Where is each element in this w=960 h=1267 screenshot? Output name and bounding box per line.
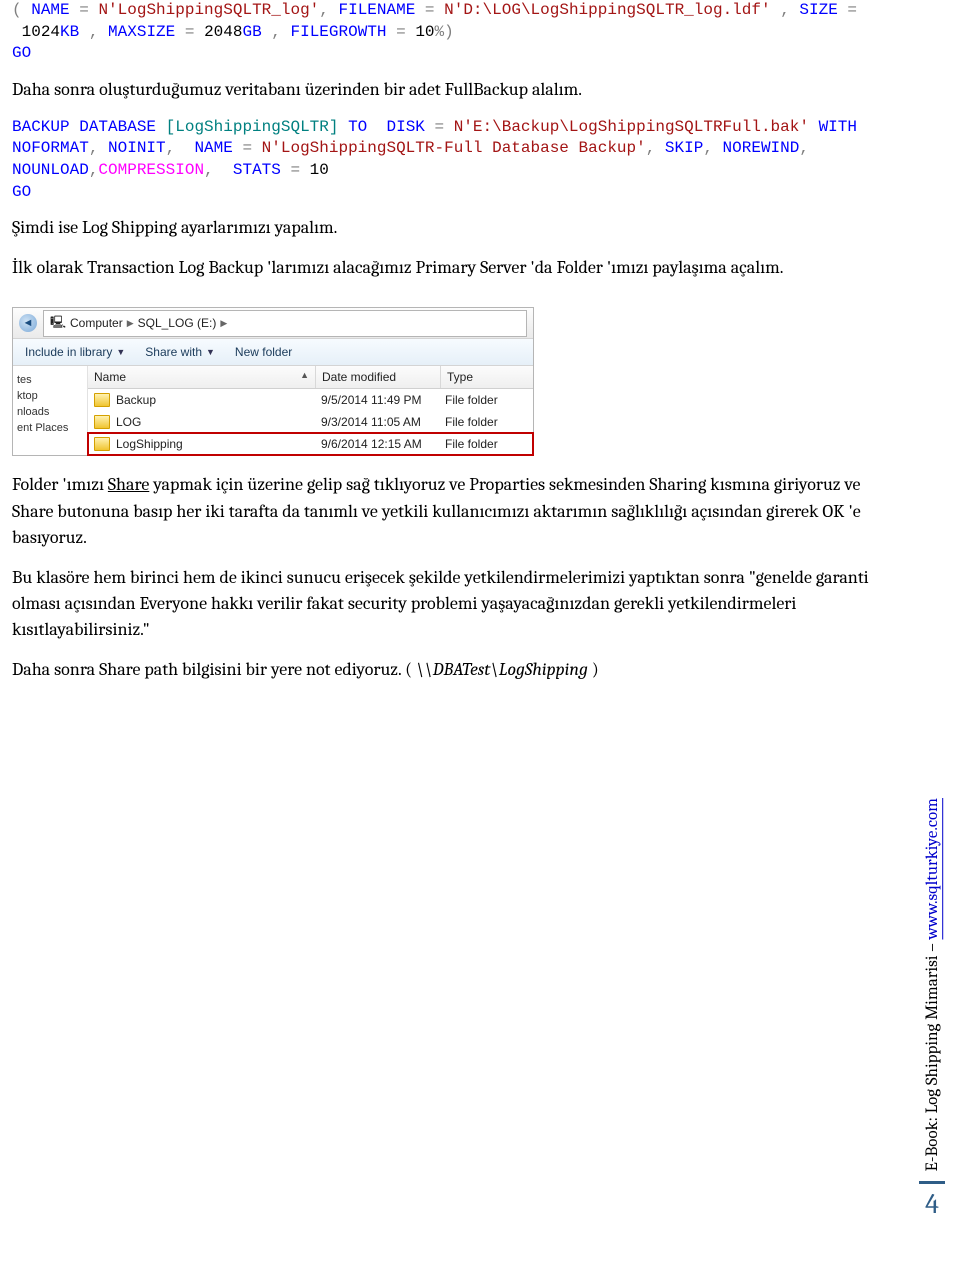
explorer-sidebar: tes ktop nloads ent Places [13,366,88,455]
column-header-name[interactable]: Name▲ [88,366,316,388]
share-path-value: \\DBATest\LogShipping [412,659,592,680]
folder-icon [94,415,110,429]
toolbar-new-folder[interactable]: New folder [235,345,292,359]
folder-icon [94,393,110,407]
breadcrumb-drive[interactable]: SQL_LOG (E:) [138,316,217,330]
sidebar-item[interactable]: ent Places [17,420,87,436]
folder-name: LogShipping [116,437,183,451]
folder-name: LOG [116,415,141,429]
chevron-right-icon: ▶ [220,318,227,329]
folder-name: Backup [116,393,156,407]
sidebar-item[interactable]: ktop [17,388,87,404]
folder-date: 9/3/2014 11:05 AM [315,411,439,433]
sidebar-item[interactable]: nloads [17,404,87,420]
share-underlined: Share [108,474,149,495]
table-row-highlighted[interactable]: LogShipping 9/6/2014 12:15 AM File folde… [88,433,533,455]
explorer-toolbar: Include in library▼ Share with▼ New fold… [13,339,533,366]
toolbar-include-library[interactable]: Include in library▼ [25,345,125,359]
paragraph-sharepath: Daha sonra Share path bilgisini bir yere… [12,657,888,683]
folder-type: File folder [439,411,533,433]
paragraph-permissions: Bu klasöre hem birinci hem de ikinci sun… [12,565,888,643]
folder-type: File folder [439,433,533,455]
column-header-date[interactable]: Date modified [316,366,441,388]
sidebar-item[interactable]: tes [17,372,87,388]
page-side-label: E-Book: Log Shipping Mimarisi – www.sqlt… [918,740,946,1220]
chevron-down-icon: ▼ [116,347,125,357]
breadcrumb-computer[interactable]: Computer [70,316,123,330]
folder-icon [94,437,110,451]
table-row[interactable]: Backup 9/5/2014 11:49 PM File folder [88,389,533,411]
paragraph-fullbackup: Daha sonra oluşturduğumuz veritabanı üze… [12,77,888,103]
paragraph-primary-folder: İlk olarak Transaction Log Backup 'larım… [12,255,888,281]
folder-date: 9/6/2014 12:15 AM [315,433,439,455]
sort-asc-icon: ▲ [300,370,309,384]
code-block-create-log: ( NAME = N'LogShippingSQLTR_log', FILENA… [12,0,888,65]
ebook-label: E-Book: Log Shipping Mimarisi – www.sqlt… [923,798,942,1171]
sqlturkiye-link[interactable]: www.sqlturkiye.com [923,798,942,940]
page-number: 4 [919,1181,945,1220]
explorer-navbar: ◄ 🖳 Computer ▶ SQL_LOG (E:) ▶ [13,308,533,339]
chevron-right-icon: ▶ [127,318,134,329]
toolbar-share-with[interactable]: Share with▼ [145,345,215,359]
paragraph-logshipping: Şimdi ise Log Shipping ayarlarımızı yapa… [12,215,888,241]
column-header-type[interactable]: Type [441,366,533,388]
table-row[interactable]: LOG 9/3/2014 11:05 AM File folder [88,411,533,433]
explorer-header-row: Name▲ Date modified Type [88,366,533,389]
explorer-window: ◄ 🖳 Computer ▶ SQL_LOG (E:) ▶ Include in… [12,307,534,456]
code-block-backup: BACKUP DATABASE [LogShippingSQLTR] TO DI… [12,117,888,203]
chevron-down-icon: ▼ [206,347,215,357]
computer-icon: 🖳 [50,313,66,334]
back-icon[interactable]: ◄ [19,314,37,332]
paragraph-share-instructions: Folder 'ımızı Share yapmak için üzerine … [12,472,888,550]
folder-type: File folder [439,389,533,411]
folder-date: 9/5/2014 11:49 PM [315,389,439,411]
breadcrumb[interactable]: 🖳 Computer ▶ SQL_LOG (E:) ▶ [43,310,527,337]
